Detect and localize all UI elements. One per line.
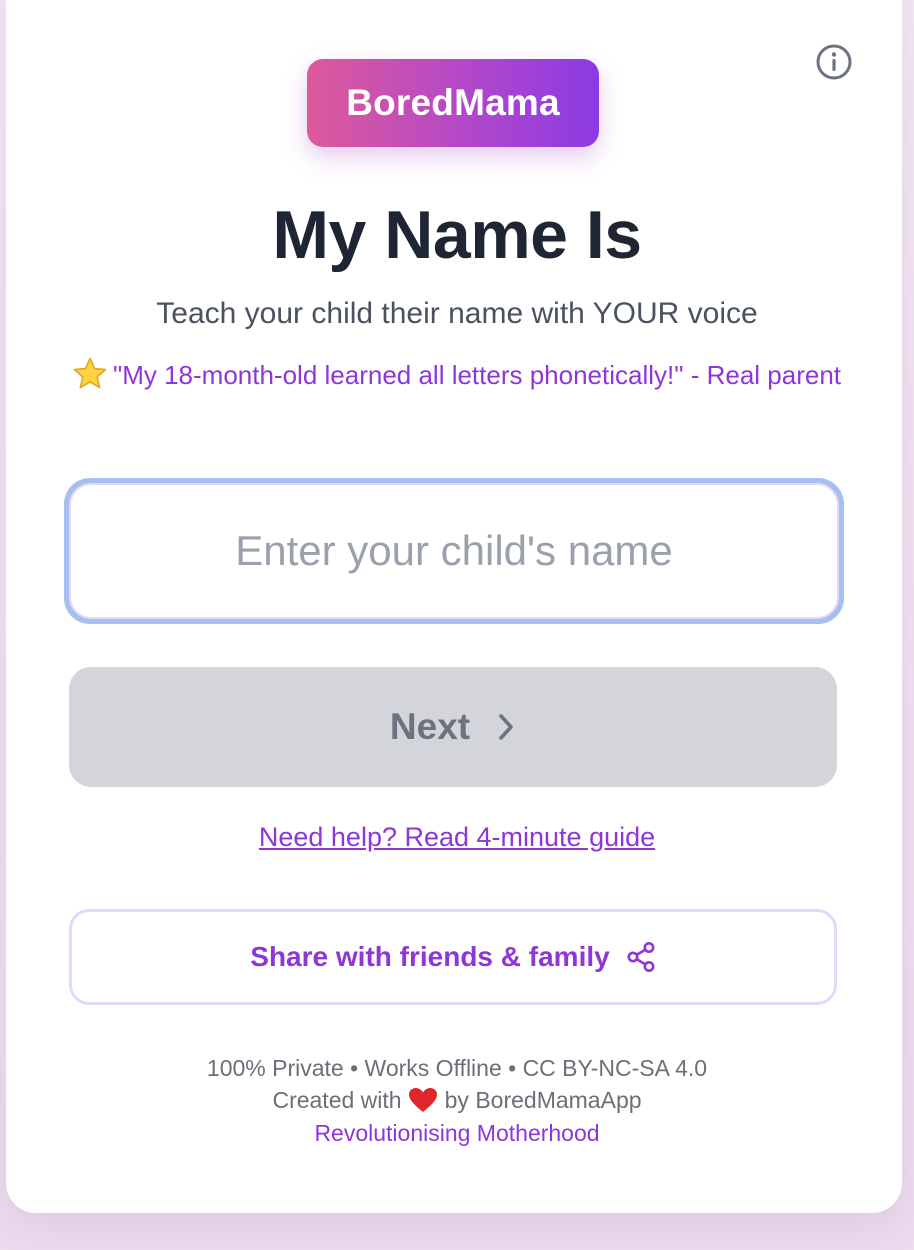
page-title: My Name Is — [272, 197, 642, 273]
footer-credit: Created with by BoredMamaApp — [0, 1084, 914, 1117]
testimonial-text: "My 18-month-old learned all letters pho… — [112, 360, 842, 390]
share-button-label: Share with friends & family — [250, 941, 610, 972]
app-logo: BoredMama — [307, 59, 599, 147]
info-icon — [815, 43, 853, 86]
heart-icon — [408, 1087, 445, 1114]
footer-credit-prefix: Created with — [272, 1087, 402, 1113]
child-name-input[interactable] — [69, 483, 839, 619]
info-button[interactable] — [815, 43, 853, 86]
testimonial: "My 18-month-old learned all letters pho… — [70, 355, 844, 395]
guide-link[interactable]: Need help? Read 4-minute guide — [0, 822, 914, 853]
next-button[interactable]: Next — [69, 667, 837, 787]
page-subtitle: Teach your child their name with YOUR vo… — [156, 297, 758, 330]
footer: 100% Private • Works Offline • CC BY-NC-… — [0, 1052, 914, 1149]
footer-tagline: Revolutionising Motherhood — [314, 1120, 600, 1146]
star-icon — [73, 355, 107, 394]
footer-credit-suffix: by BoredMamaApp — [444, 1087, 642, 1113]
logo-text: BoredMama — [346, 82, 560, 123]
share-button[interactable]: Share with friends & family — [69, 909, 837, 1005]
name-input-focus-ring — [64, 478, 844, 624]
share-icon — [626, 941, 656, 973]
chevron-right-icon — [496, 711, 516, 743]
footer-info: 100% Private • Works Offline • CC BY-NC-… — [206, 1055, 708, 1081]
next-button-label: Next — [389, 706, 471, 747]
